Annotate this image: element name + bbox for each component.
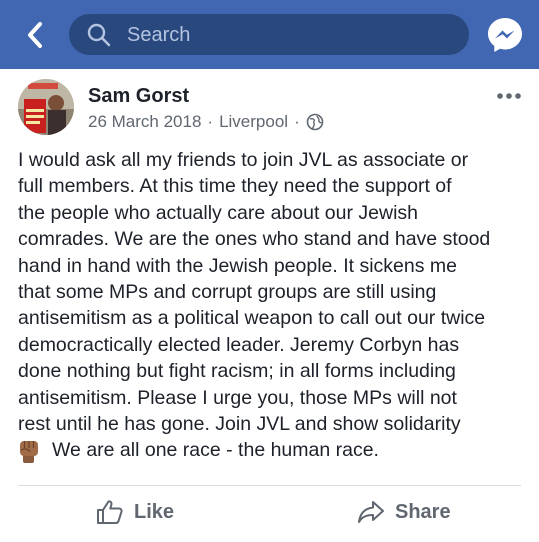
globe-icon xyxy=(306,113,324,131)
raised-fist-icon xyxy=(20,441,38,463)
search-icon xyxy=(87,23,111,47)
back-button[interactable] xyxy=(18,18,52,52)
meta-separator: · xyxy=(294,112,300,131)
chevron-left-icon xyxy=(28,22,42,48)
search-input[interactable]: Search xyxy=(69,14,469,55)
more-horizontal-icon[interactable] xyxy=(496,91,522,101)
share-arrow-icon xyxy=(358,501,384,523)
post-text-line: done nothing but fight racism; in all fo… xyxy=(18,360,456,383)
thumbs-up-icon xyxy=(97,500,123,524)
post-text-line: that some MPs and corrupt groups are sti… xyxy=(18,281,437,304)
post-text-line: rest until he has gone. Join JVL and sho… xyxy=(18,413,461,436)
post-text-line: democractically elected leader. Jeremy C… xyxy=(18,333,460,356)
post-author[interactable]: Sam Gorst xyxy=(88,85,189,108)
post-text-line: hand in hand with the Jewish people. It … xyxy=(18,254,458,277)
like-button[interactable]: Like xyxy=(96,495,174,529)
post-text-line: antisemitism as a political weapon to ca… xyxy=(18,307,486,330)
post-text: I would ask all my friends to join JVL a… xyxy=(18,147,528,437)
post-text-line: comrades. We are the ones who stand and … xyxy=(18,228,491,251)
avatar[interactable] xyxy=(18,79,74,135)
share-button[interactable]: Share xyxy=(357,495,451,529)
post-text-line: the people who actually care about our J… xyxy=(18,201,418,224)
top-bar: Search xyxy=(0,0,539,69)
post-meta: 26 March 2018 · Liverpool · xyxy=(88,112,324,132)
post-text-line: antisemitism. Please I urge you, those M… xyxy=(18,386,457,409)
share-label: Share xyxy=(395,500,451,523)
meta-separator: · xyxy=(207,112,214,131)
post-final-line: We are all one race - the human race. xyxy=(18,437,379,463)
post-text-line: I would ask all my friends to join JVL a… xyxy=(18,149,469,171)
like-label: Like xyxy=(134,500,175,523)
post-location[interactable]: Liverpool xyxy=(219,112,288,132)
post-date[interactable]: 26 March 2018 xyxy=(88,112,201,132)
search-placeholder: Search xyxy=(127,24,191,46)
action-divider xyxy=(18,485,521,486)
post-card: Sam Gorst 26 March 2018 · Liverpool · I … xyxy=(0,69,539,542)
post-text-line: full members. At this time they need the… xyxy=(18,175,452,198)
messenger-icon[interactable] xyxy=(486,16,524,54)
avatar-photo xyxy=(18,79,74,135)
post-final-text: We are all one race - the human race. xyxy=(52,438,379,461)
